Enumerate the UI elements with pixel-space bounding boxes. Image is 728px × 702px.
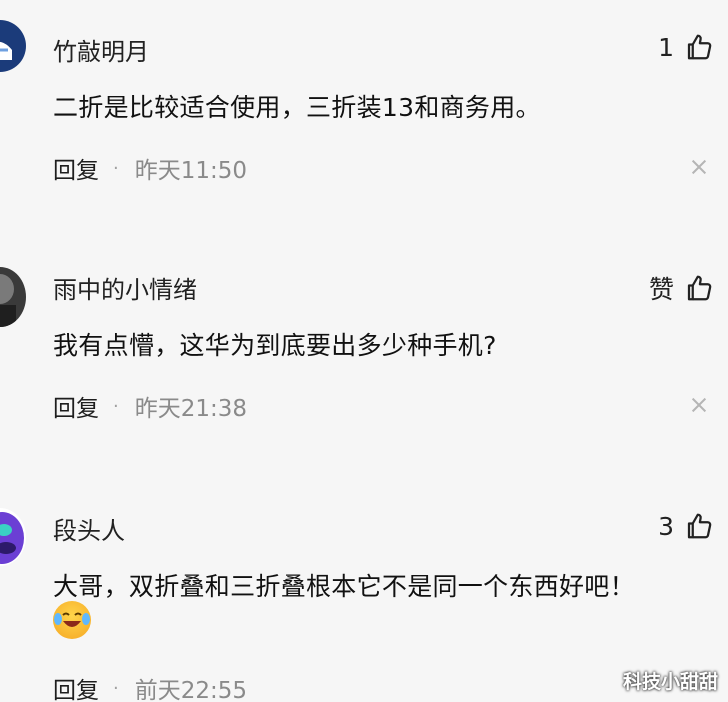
comment-text: 我有点懵，这华为到底要出多少种手机? [53, 331, 497, 360]
like-count: 1 [658, 32, 674, 62]
reply-button[interactable]: 回复 [53, 671, 99, 702]
like-count: 3 [658, 511, 674, 541]
comment-username[interactable]: 雨中的小情绪 [53, 270, 197, 305]
reply-button[interactable]: 回复 [53, 151, 99, 185]
comment-time: 昨天21:38 [134, 396, 248, 422]
meta-separator: · [113, 395, 119, 417]
meta-separator: · [113, 157, 119, 179]
comment-time: 昨天11:50 [134, 158, 248, 184]
comment-username[interactable]: 竹敲明月 [53, 32, 149, 67]
reply-button[interactable]: 回复 [53, 389, 99, 423]
comment-meta: 回复 · 昨天11:50 [53, 151, 247, 185]
like-count: 赞 [648, 275, 674, 304]
comment-time: 前天22:55 [134, 678, 248, 702]
avatar[interactable] [0, 267, 26, 327]
like-button[interactable]: 赞 [649, 270, 714, 306]
avatar[interactable] [0, 508, 26, 566]
thumbs-up-icon [687, 513, 712, 539]
comment-username[interactable]: 段头人 [53, 511, 125, 546]
laughing-crying-emoji-icon [53, 601, 91, 639]
comment-text: 二折是比较适合使用，三折装13和商务用。 [53, 93, 541, 122]
comment-meta: 回复 · 前天22:55 [53, 671, 247, 702]
like-button[interactable]: 1 [658, 32, 714, 62]
comment-text: 大哥，双折叠和三折叠根本它不是同一个东西好吧！ [53, 572, 635, 601]
thumbs-up-icon [687, 275, 712, 301]
close-icon[interactable] [692, 160, 706, 174]
avatar[interactable] [0, 20, 26, 72]
comment-meta: 回复 · 昨天21:38 [53, 389, 247, 423]
meta-separator: · [113, 677, 119, 699]
close-icon[interactable] [692, 398, 706, 412]
watermark: 科技小甜甜 [622, 671, 718, 693]
thumbs-up-icon [687, 34, 712, 60]
like-button[interactable]: 3 [658, 511, 714, 541]
